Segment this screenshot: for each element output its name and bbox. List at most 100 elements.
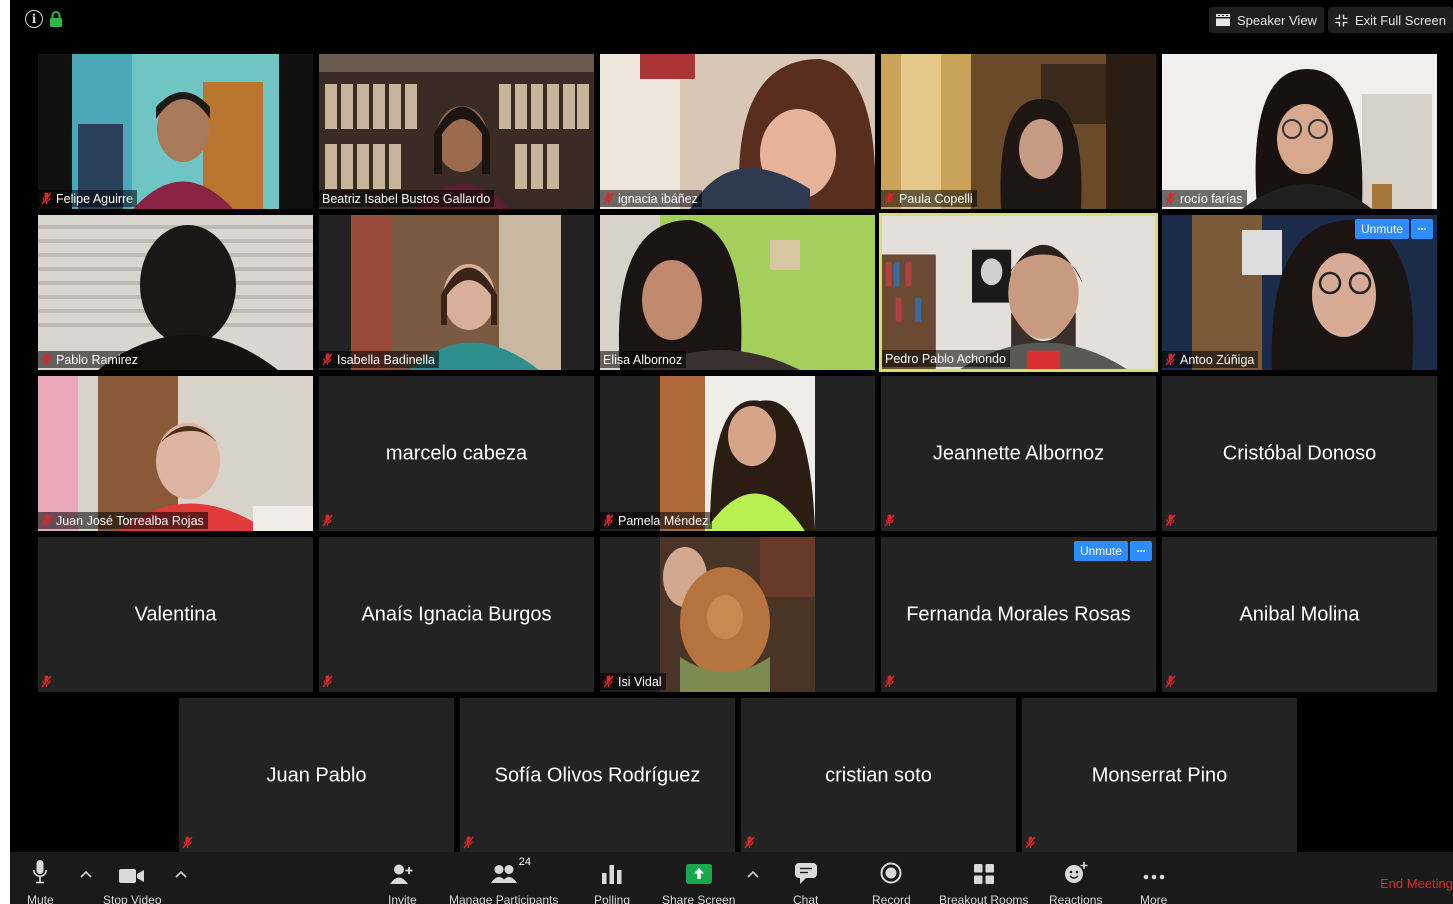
exit-full-screen-label: Exit Full Screen [1354, 12, 1446, 28]
participant-name: Fernanda Morales Rosas [906, 603, 1131, 625]
participant-tile-fernanda-morales[interactable]: Unmute ··· Fernanda Morales Rosas [881, 537, 1156, 692]
participant-name-label: Beatriz Isabel Bustos Gallardo [319, 190, 495, 207]
participant-tile-cristobal-donoso[interactable]: Cristóbal Donoso [1162, 376, 1437, 531]
participant-name: Juan José Torrealba Rojas [56, 513, 204, 528]
participant-tile-marcelo-cabeza[interactable]: marcelo cabeza [319, 376, 594, 531]
video-tile-ignacia-ibanez[interactable]: ignacia ibáñez [600, 54, 875, 209]
video-tile-rocio-farias[interactable]: rocío farías [1162, 54, 1437, 209]
manage-participants-label: Manage Participants [449, 893, 559, 904]
manage-participants-button[interactable]: 24 Manage Participants [449, 856, 559, 904]
participant-tile-valentina[interactable]: Valentina [38, 537, 313, 692]
participant-video [1162, 54, 1437, 209]
more-options-button[interactable]: More [1140, 858, 1167, 904]
participant-name-label: Pablo Ramirez [38, 351, 142, 368]
participant-name: Monserrat Pino [1091, 764, 1228, 786]
participant-video [319, 54, 594, 209]
breakout-rooms-label: Breakout Rooms [939, 893, 1029, 904]
muted-mic-icon [884, 675, 895, 688]
chat-bubble-icon [794, 863, 817, 884]
participant-tile-juan-pablo[interactable]: Juan Pablo [179, 698, 454, 853]
polling-label: Polling [594, 893, 631, 904]
video-tile-antoo-zuniga[interactable]: Unmute ··· Antoo Zúñiga [1162, 215, 1437, 370]
unmute-participant-button[interactable]: Unmute [1354, 219, 1409, 239]
chat-button[interactable]: Chat [793, 858, 818, 904]
participant-video [38, 54, 313, 209]
add-person-icon [390, 864, 413, 884]
info-icon[interactable]: i [25, 10, 43, 28]
participant-more-button[interactable]: ··· [1411, 219, 1433, 239]
bar-chart-icon [602, 865, 622, 884]
participant-name-label: rocío farías [1162, 190, 1247, 207]
muted-mic-icon [1165, 192, 1176, 205]
unmute-participant-button[interactable]: Unmute [1073, 541, 1128, 561]
video-tile-pedro-pablo-achondo[interactable]: Pedro Pablo Achondo [879, 213, 1158, 372]
speaker-view-icon [1215, 14, 1230, 26]
video-tile-paula-copelli[interactable]: Paula Copelli [881, 54, 1156, 209]
participant-name: Valentina [134, 603, 217, 625]
exit-full-screen-button[interactable]: Exit Full Screen [1327, 7, 1453, 33]
muted-mic-icon [41, 353, 52, 366]
muted-mic-icon [1165, 353, 1176, 366]
lock-icon[interactable] [49, 10, 63, 28]
participant-tile-anais-burgos[interactable]: Anaís Ignacia Burgos [319, 537, 594, 692]
participant-name: Anibal Molina [1239, 603, 1360, 625]
end-meeting-button[interactable]: End Meeting [1380, 876, 1453, 891]
participant-video [881, 54, 1156, 209]
audio-options-chevron-up-icon[interactable] [80, 870, 92, 878]
video-tile-pablo-ramirez[interactable]: Pablo Ramirez [38, 215, 313, 370]
participant-name: Beatriz Isabel Bustos Gallardo [322, 191, 491, 206]
reactions-label: Reactions [1049, 893, 1103, 904]
muted-mic-icon [744, 836, 755, 849]
participant-name-label: Juan José Torrealba Rojas [38, 512, 208, 529]
participant-tile-monserrat-pino[interactable]: Monserrat Pino [1022, 698, 1297, 853]
share-options-chevron-up-icon[interactable] [747, 870, 759, 878]
participant-tile-cristian-soto[interactable]: cristian soto [741, 698, 1016, 853]
video-tile-elisa-albornoz[interactable]: Elisa Albornoz [600, 215, 875, 370]
video-tile-felipe-aguirre[interactable]: Felipe Aguirre [38, 54, 313, 209]
invite-label: Invite [388, 893, 417, 904]
mute-label: Mute [27, 893, 54, 904]
add-emoji-icon [1064, 862, 1088, 883]
muted-mic-icon [41, 192, 52, 205]
speaker-view-button[interactable]: Speaker View [1208, 7, 1324, 33]
share-screen-button[interactable]: Share Screen [662, 858, 735, 904]
reactions-button[interactable]: Reactions [1049, 858, 1102, 904]
exit-full-screen-icon [1335, 14, 1348, 26]
polling-button[interactable]: Polling [594, 858, 630, 904]
video-options-chevron-up-icon[interactable] [175, 870, 187, 878]
breakout-rooms-button[interactable]: Breakout Rooms [939, 858, 1028, 904]
participant-tile-anibal-molina[interactable]: Anibal Molina [1162, 537, 1437, 692]
video-tile-juan-jose-torrealba[interactable]: Juan José Torrealba Rojas [38, 376, 313, 531]
muted-mic-icon [322, 353, 333, 366]
muted-mic-icon [603, 675, 614, 688]
video-tile-pamela-mendez[interactable]: Pamela Méndez [600, 376, 875, 531]
participant-name: Antoo Zúñiga [1180, 352, 1255, 367]
mute-button[interactable]: Mute [27, 858, 54, 904]
participant-tile-jeannette-albornoz[interactable]: Jeannette Albornoz [881, 376, 1156, 531]
speaker-view-label: Speaker View [1236, 12, 1317, 28]
participant-tile-sofia-olivos[interactable]: Sofía Olivos Rodríguez [460, 698, 735, 853]
unmute-controls: Unmute ··· [1073, 541, 1152, 561]
record-button[interactable]: Record [872, 858, 911, 904]
participant-name-label: Antoo Zúñiga [1162, 351, 1259, 368]
participants-icon [490, 865, 517, 883]
muted-mic-icon [603, 514, 614, 527]
stop-video-button[interactable]: Stop Video [103, 858, 162, 904]
participant-name: Jeannette Albornoz [932, 442, 1105, 464]
video-tile-isi-vidal[interactable]: Isi Vidal [600, 537, 875, 692]
zoom-meeting-window: i Speaker View Exit Full Screen Felipe A… [10, 0, 1453, 904]
invite-button[interactable]: Invite [388, 858, 417, 904]
participant-video [882, 216, 1155, 369]
participant-video [319, 215, 594, 370]
participant-more-button[interactable]: ··· [1130, 541, 1152, 561]
more-label: More [1140, 893, 1168, 904]
unmute-controls: Unmute ··· [1354, 219, 1433, 239]
video-tile-beatriz-bustos[interactable]: Beatriz Isabel Bustos Gallardo [319, 54, 594, 209]
participant-name-label: Elisa Albornoz [600, 351, 687, 368]
participant-name-label: Isabella Badinella [319, 351, 439, 368]
participant-name: Pedro Pablo Achondo [885, 351, 1006, 366]
video-tile-isabella-badinella[interactable]: Isabella Badinella [319, 215, 594, 370]
muted-mic-icon [603, 192, 614, 205]
participant-name: Isabella Badinella [337, 352, 435, 367]
muted-mic-icon [463, 836, 474, 849]
